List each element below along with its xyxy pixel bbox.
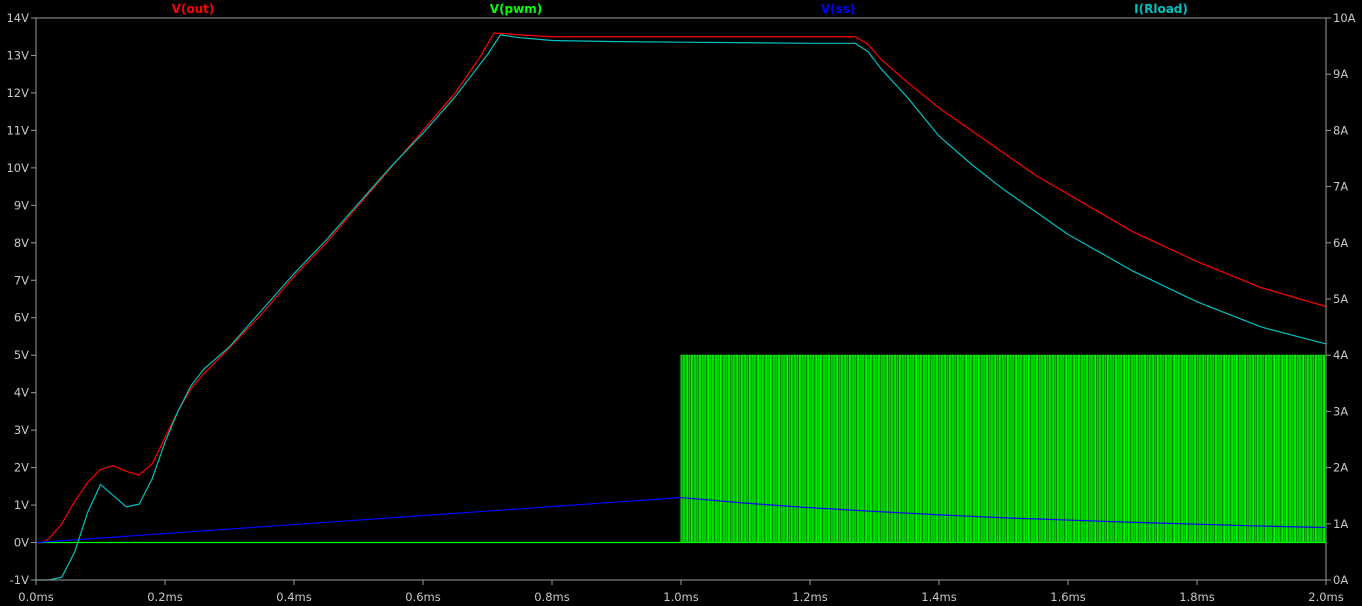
- y-left-tick-label: 1V: [14, 498, 29, 512]
- y-left-tick-label: 4V: [14, 386, 29, 400]
- x-tick-label: 2.0ms: [1308, 590, 1343, 604]
- y-left-tick-label: 7V: [14, 273, 29, 287]
- y-right-tick-label: 4A: [1333, 348, 1348, 362]
- x-tick-label: 0.8ms: [534, 590, 569, 604]
- y-right-tick-label: 7A: [1333, 180, 1348, 194]
- legend-v-out: V(out): [172, 2, 215, 16]
- y-right-tick-label: 10A: [1333, 11, 1356, 25]
- y-left-tick-label: 11V: [6, 123, 29, 137]
- y-right-tick-label: 8A: [1333, 123, 1348, 137]
- y-left-tick-label: -1V: [10, 573, 29, 587]
- y-right-tick-label: 6A: [1333, 236, 1348, 250]
- y-right-tick-label: 9A: [1333, 67, 1348, 81]
- y-left-tick-label: 9V: [14, 198, 29, 212]
- y-right-tick-label: 2A: [1333, 461, 1348, 475]
- x-tick-label: 0.4ms: [276, 590, 311, 604]
- waveform-plot: V(out) V(pwm) V(ss) I(Rload) -1V 0V 1V 2V 3V 4V 5…: [0, 0, 1362, 606]
- legend-v-pwm: V(pwm): [490, 2, 542, 16]
- x-tick-label: 1.6ms: [1050, 590, 1085, 604]
- x-tick-label: 1.8ms: [1179, 590, 1214, 604]
- y-left-tick-label: 10V: [6, 161, 29, 175]
- y-left-tick-label: 13V: [6, 48, 29, 62]
- y-right-tick-label: 0A: [1333, 573, 1348, 587]
- x-tick-label: 0.2ms: [147, 590, 182, 604]
- y-right-tick-label: 1A: [1333, 517, 1348, 531]
- y-left-tick-label: 5V: [14, 348, 29, 362]
- x-tick-label: 1.4ms: [921, 590, 956, 604]
- y-left-tick-label: 3V: [14, 423, 29, 437]
- y-right-tick-label: 5A: [1333, 292, 1348, 306]
- x-tick-label: 1.0ms: [663, 590, 698, 604]
- y-left-tick-label: 6V: [14, 311, 29, 325]
- x-tick-label: 0.0ms: [18, 590, 53, 604]
- y-left-tick-label: 12V: [6, 86, 29, 100]
- y-left-tick-label: 2V: [14, 461, 29, 475]
- y-left-tick-label: 8V: [14, 236, 29, 250]
- x-tick-label: 1.2ms: [792, 590, 827, 604]
- y-left-tick-label: 14V: [6, 11, 29, 25]
- y-right-tick-label: 3A: [1333, 404, 1348, 418]
- legend-i-rload: I(Rload): [1134, 2, 1188, 16]
- legend-v-ss: V(ss): [821, 2, 856, 16]
- x-tick-label: 0.6ms: [405, 590, 440, 604]
- y-left-tick-label: 0V: [14, 536, 29, 550]
